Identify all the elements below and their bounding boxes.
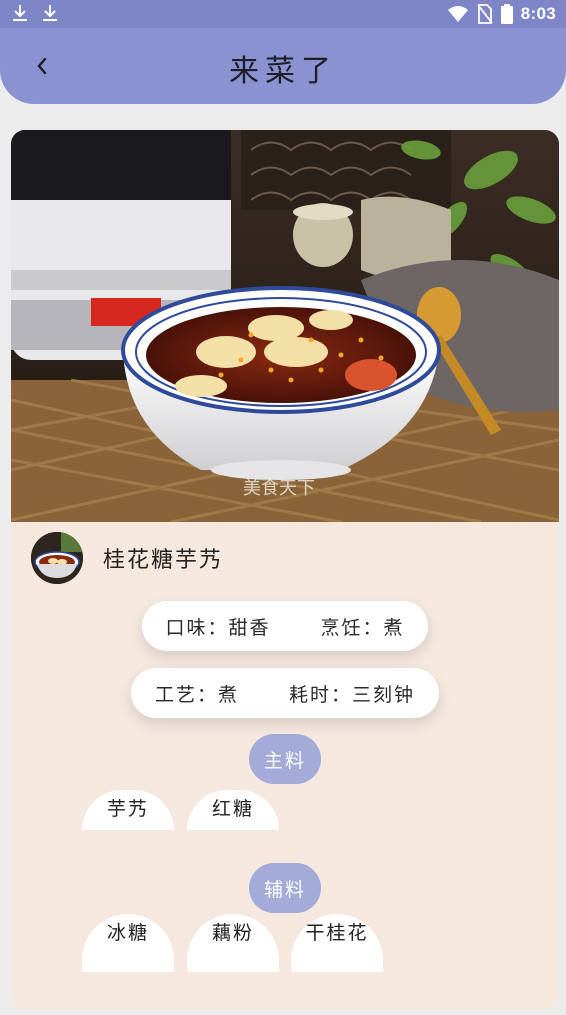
ingredient-item[interactable]: 红糖 xyxy=(187,790,279,830)
battery-icon xyxy=(500,4,513,24)
wifi-icon xyxy=(447,6,468,22)
aux-ingredients-label: 辅料 xyxy=(249,863,321,913)
ingredient-item[interactable]: 干桂花 xyxy=(291,914,383,972)
download-icon xyxy=(43,5,57,21)
download-icon xyxy=(13,5,27,21)
attribute-technique: 工艺：煮 xyxy=(154,683,239,706)
image-watermark: 美食天下 xyxy=(243,478,315,499)
page-title: 来菜了 xyxy=(229,54,337,89)
recipe-image: 美食天下 xyxy=(11,130,559,522)
recipe-avatar xyxy=(31,532,83,584)
ingredient-item[interactable]: 藕粉 xyxy=(187,914,279,972)
attribute-pill: 工艺：煮 耗时：三刻钟 xyxy=(131,668,439,718)
attribute-cooking: 烹饪：煮 xyxy=(320,616,405,639)
status-bar: 8:03 xyxy=(0,0,566,28)
attribute-pill: 口味：甜香 烹饪：煮 xyxy=(142,601,428,651)
ingredient-item[interactable]: 芋艿 xyxy=(82,790,174,830)
attribute-taste: 口味：甜香 xyxy=(165,616,271,639)
recipe-card: 美食天下 桂花糖芋艿 口味：甜香 烹饪：煮 工艺：煮 耗时：三刻钟 主料 芋艿 … xyxy=(11,130,559,1010)
ingredient-item[interactable]: 冰糖 xyxy=(82,914,174,972)
app-header: 来菜了 xyxy=(0,28,566,104)
no-sim-icon xyxy=(477,4,493,24)
attribute-time: 耗时：三刻钟 xyxy=(289,683,416,706)
main-ingredients-label: 主料 xyxy=(249,734,321,784)
status-time: 8:03 xyxy=(520,4,556,23)
recipe-title: 桂花糖芋艿 xyxy=(103,548,224,573)
